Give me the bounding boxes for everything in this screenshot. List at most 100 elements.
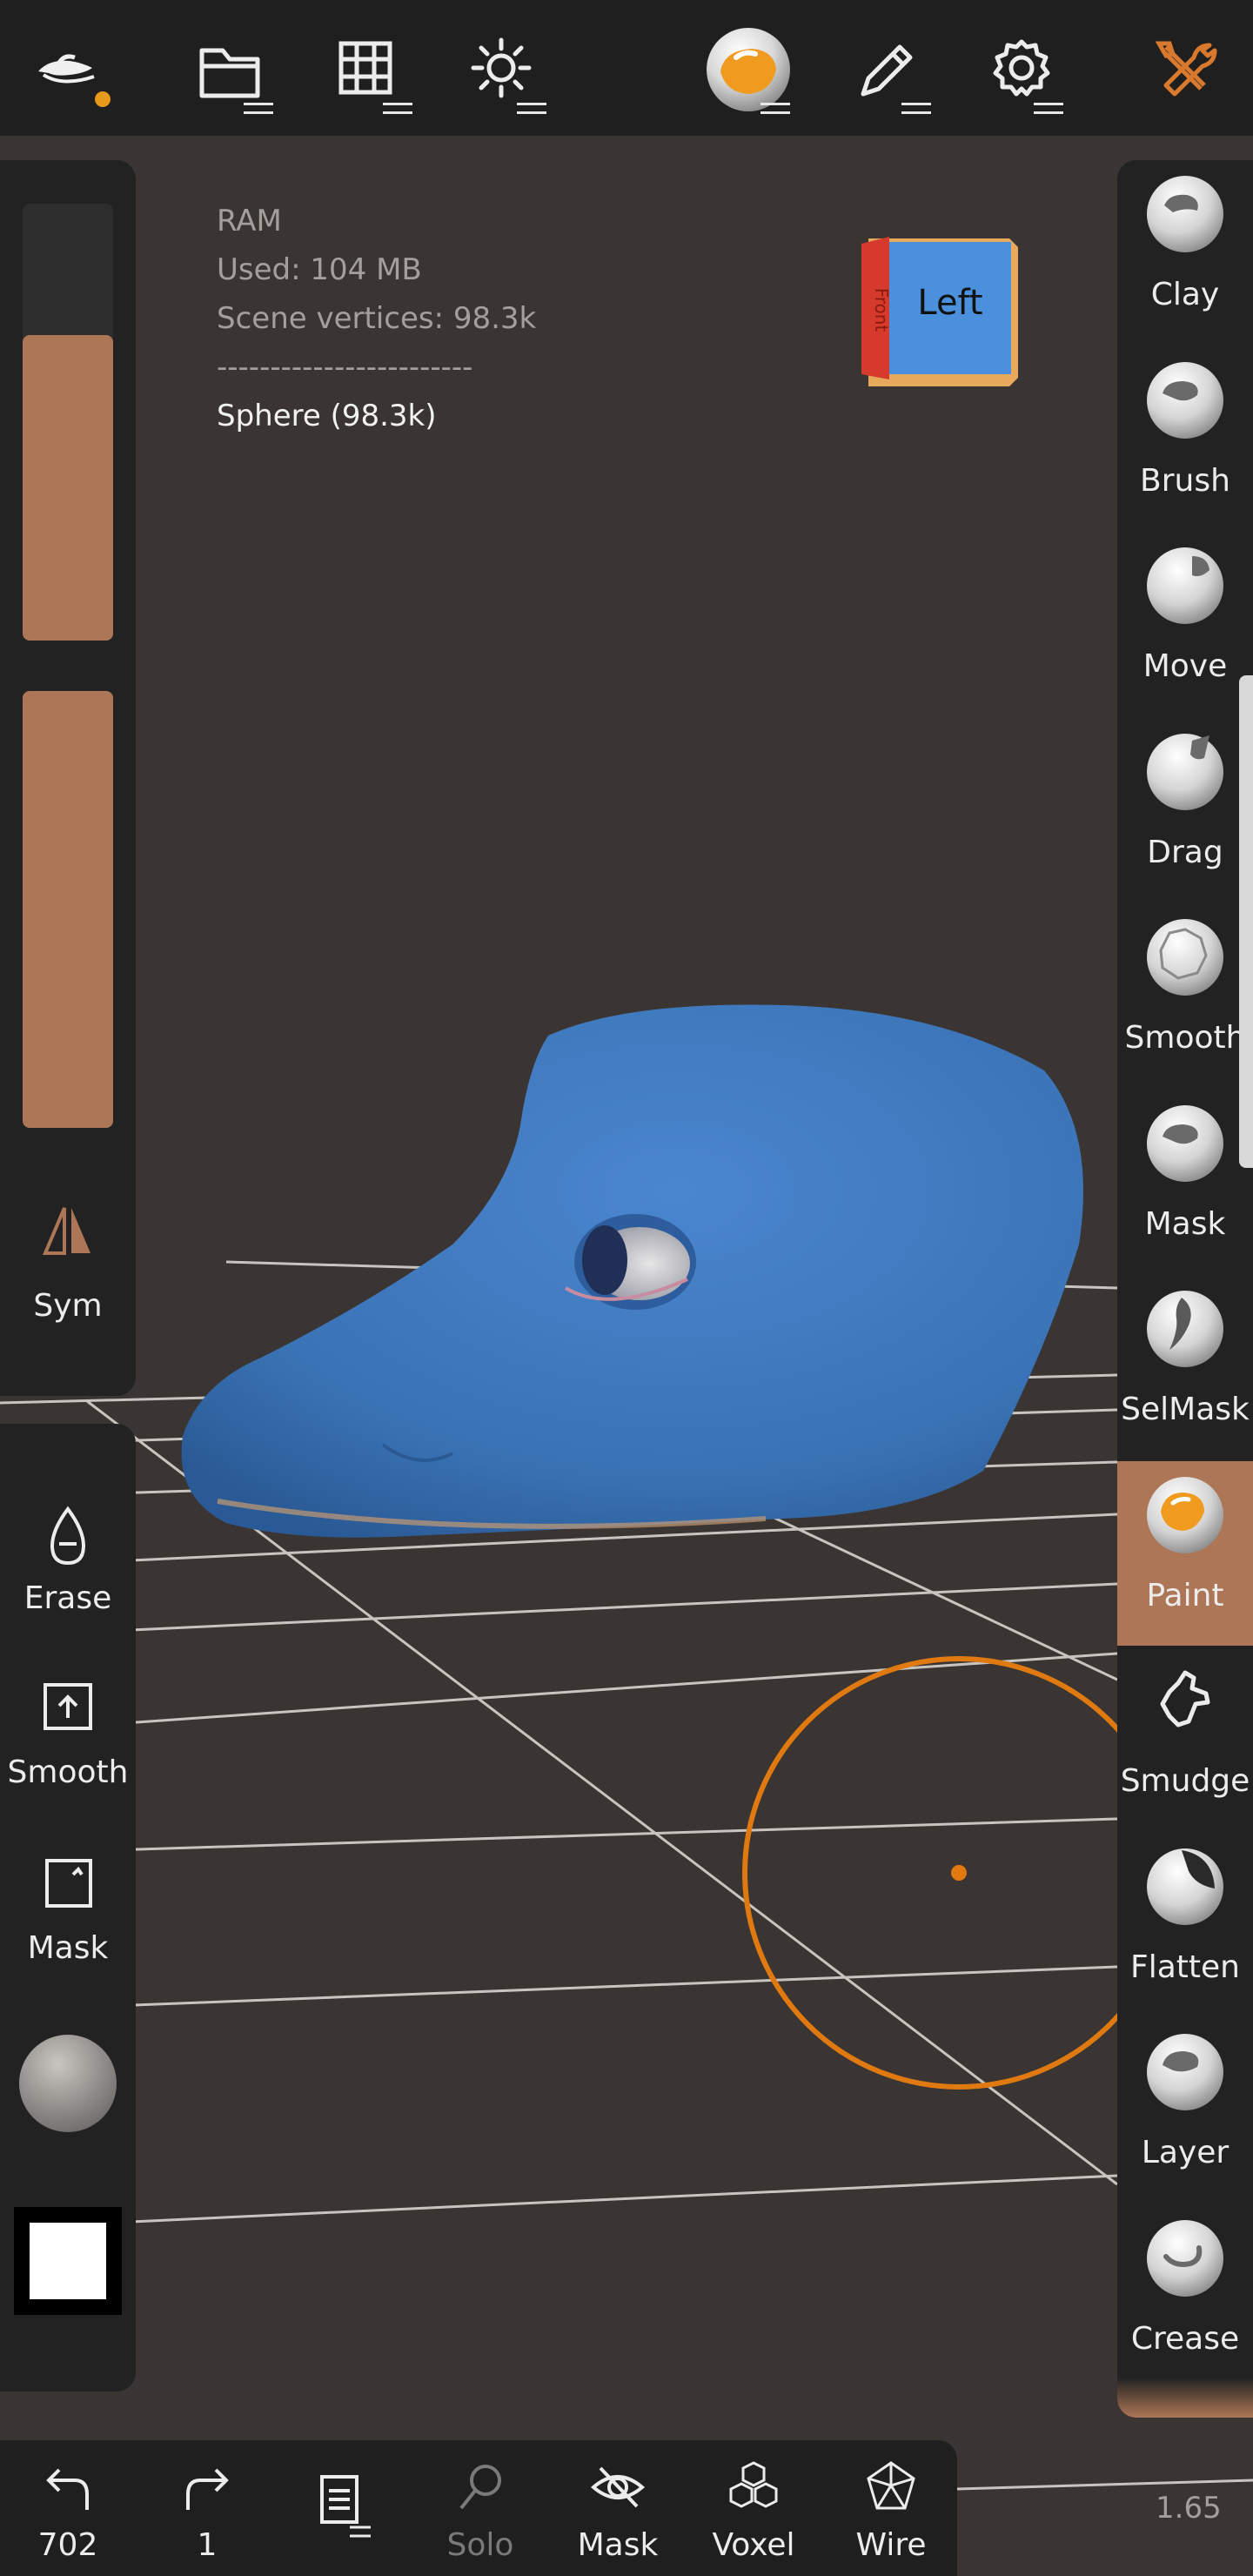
- tool-smudge[interactable]: Smudge: [1117, 1647, 1253, 1831]
- undo-count: 702: [37, 2527, 98, 2563]
- move-icon: [1147, 547, 1223, 624]
- tool-label: Clay: [1150, 277, 1220, 312]
- undo-button[interactable]: 702: [0, 2440, 136, 2576]
- smooth-icon: [1147, 919, 1223, 996]
- submenu-indicator: [761, 103, 790, 115]
- cubes-icon: [729, 2461, 778, 2508]
- smooth-button[interactable]: Smooth: [0, 1676, 136, 1833]
- tool-drag[interactable]: Drag: [1117, 718, 1253, 902]
- voxel-label: Voxel: [712, 2527, 795, 2563]
- tool-crease[interactable]: Crease: [1117, 2204, 1253, 2389]
- tool-clay[interactable]: Clay: [1117, 160, 1253, 345]
- submenu-indicator: [517, 103, 546, 115]
- smooth-label: Smooth: [7, 1754, 129, 1790]
- search-icon: [459, 2465, 501, 2510]
- eye-off-icon: [590, 2466, 646, 2508]
- brush-cursor: [742, 1656, 1176, 2090]
- undo-icon: [46, 2468, 89, 2510]
- tool-label: Smudge: [1120, 1763, 1250, 1799]
- mask-visibility-button[interactable]: Mask: [550, 2440, 686, 2576]
- mask-button[interactable]: Mask: [0, 1852, 136, 2009]
- symmetry-button[interactable]: Sym: [0, 1187, 136, 1361]
- submenu-indicator: [901, 103, 931, 115]
- wire-label: Wire: [855, 2527, 927, 2563]
- tool-label: Smooth: [1124, 1020, 1246, 1056]
- symmetry-icon: [42, 1207, 90, 1255]
- grid-button[interactable]: [320, 24, 416, 120]
- layer-icon: [1147, 2034, 1223, 2110]
- tool-move[interactable]: Move: [1117, 532, 1253, 716]
- tool-brush[interactable]: Brush: [1117, 346, 1253, 531]
- radius-slider-fill: [23, 334, 113, 641]
- voxel-button[interactable]: Voxel: [686, 2440, 821, 2576]
- folder-button[interactable]: [183, 24, 278, 120]
- tool-label: Crease: [1130, 2320, 1240, 2357]
- left-slider-panel: Sym: [0, 160, 136, 1396]
- paint-icon: [1147, 1476, 1223, 1553]
- left-tools-panel: Erase Smooth Mask: [0, 1424, 136, 2392]
- drag-icon: [1147, 733, 1223, 810]
- tool-label: Drag: [1147, 834, 1223, 870]
- tool-smooth[interactable]: Smooth: [1117, 903, 1253, 1088]
- clay-icon: [1147, 176, 1223, 252]
- erase-button[interactable]: Erase: [0, 1502, 136, 1659]
- view-cube[interactable]: Front Left: [856, 230, 1027, 392]
- intensity-slider-fill: [23, 691, 113, 1128]
- color-swatch-button[interactable]: [14, 2207, 122, 2315]
- tool-label: Layer: [1141, 2135, 1230, 2170]
- scene-info: RAM Used: 104 MB Scene vertices: 98.3k -…: [217, 197, 536, 440]
- lighting-button[interactable]: [458, 24, 553, 120]
- redo-icon: [186, 2468, 229, 2510]
- submenu-indicator: [383, 103, 412, 115]
- solo-label: Solo: [446, 2527, 514, 2563]
- tool-mask[interactable]: Mask: [1117, 1090, 1253, 1274]
- sculpt-model[interactable]: [181, 1004, 1084, 1538]
- redo-button[interactable]: 1: [139, 2440, 275, 2576]
- settings-button[interactable]: [982, 24, 1077, 120]
- submenu-indicator: [1034, 103, 1063, 115]
- tool-label: Move: [1142, 648, 1228, 684]
- crease-icon: [1147, 2219, 1223, 2297]
- radius-slider[interactable]: [23, 204, 113, 641]
- tool-label: Mask: [1144, 1205, 1226, 1242]
- 3d-viewport[interactable]: Front Left: [0, 136, 1253, 2576]
- submenu-indicator: [244, 103, 273, 115]
- object-name[interactable]: Sphere (98.3k): [217, 392, 536, 440]
- matcap-sphere-button[interactable]: [19, 2035, 117, 2132]
- symmetry-label: Sym: [33, 1288, 103, 1324]
- tool-flatten[interactable]: Flatten: [1117, 1833, 1253, 2017]
- tools-button[interactable]: [1140, 24, 1236, 120]
- document-icon: [320, 2475, 371, 2538]
- flatten-icon: [1147, 1848, 1223, 1925]
- logo-icon[interactable]: [24, 24, 120, 120]
- tool-label: SelMask: [1121, 1392, 1250, 1427]
- ram-label: RAM: [217, 204, 282, 238]
- mask-icon: [1147, 1104, 1223, 1182]
- view-cube-label: Left: [917, 283, 983, 323]
- redo-count: 1: [197, 2527, 218, 2563]
- panel-scroll-hint: [1117, 2378, 1253, 2418]
- zoom-level: 1.65: [1156, 2491, 1222, 2526]
- tool-selmask[interactable]: SelMask: [1117, 1275, 1253, 1459]
- mask-label: Mask: [27, 1930, 109, 1966]
- scene-vertices: Scene vertices: 98.3k: [217, 301, 537, 336]
- upload-box-icon: [44, 1683, 92, 1730]
- info-separator: ------------------------: [217, 350, 473, 385]
- brush-icon: [1147, 361, 1223, 439]
- solo-button[interactable]: Solo: [412, 2440, 548, 2576]
- ram-used: Used: 104 MB: [217, 252, 422, 287]
- color-swatch: [30, 2223, 106, 2299]
- tool-paint[interactable]: Paint: [1117, 1460, 1253, 1646]
- tool-layer[interactable]: Layer: [1117, 2018, 1253, 2203]
- tool-label: Paint: [1146, 1577, 1224, 1613]
- wireframe-button[interactable]: Wire: [823, 2440, 959, 2576]
- tools-scrollbar[interactable]: [1239, 675, 1253, 1168]
- pen-button[interactable]: [842, 24, 938, 120]
- intensity-slider[interactable]: [23, 691, 113, 1128]
- scene-list-button[interactable]: [275, 2440, 411, 2576]
- smudge-icon: [1160, 1670, 1210, 1727]
- material-button[interactable]: [701, 24, 797, 120]
- bottom-toolbar: 702 1 Solo Mask Voxel Wire: [0, 2440, 957, 2576]
- sculpt-tools-panel: Clay Brush Move Drag Smooth Mask SelMask Paint S…: [1117, 160, 1253, 2418]
- drop-icon: [50, 1506, 86, 1566]
